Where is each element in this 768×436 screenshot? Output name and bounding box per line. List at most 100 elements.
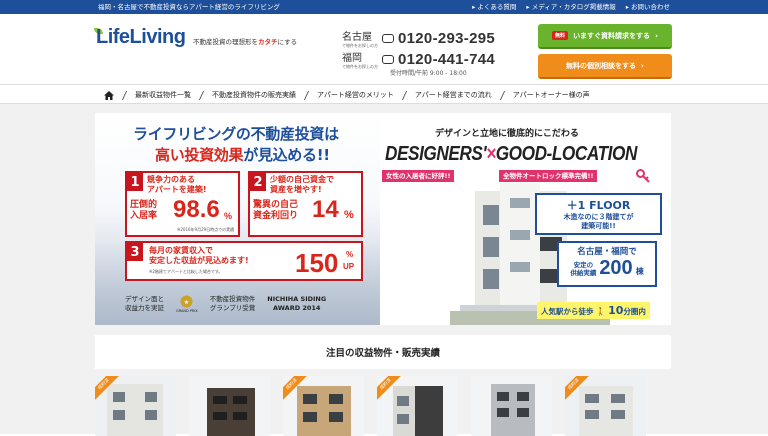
hero-title-line1: ライフリビングの不動産投資は — [133, 125, 339, 143]
site-tagline: 福岡・名古屋で不動産投資ならアパート経営のライフリビング — [98, 3, 280, 11]
key-icon — [636, 169, 650, 183]
supply-record-value: 200 — [599, 257, 633, 279]
phone-city-sub: で物件をお探しの方 — [342, 64, 378, 69]
phone-row-fukuoka[interactable]: 福岡 で物件をお探しの方 0120-441-744 — [342, 49, 496, 70]
auto-lock-tag: 全物件オートロック標準完備!! — [499, 170, 598, 182]
feature-label: 驚異の自己 資金利回り — [253, 200, 299, 221]
grand-prix-badge: ★ GRAND PRIX — [176, 295, 198, 313]
feature-heading: 競争力のある アパートを建築! — [147, 175, 207, 194]
nav-item-latest-properties[interactable]: 最新収益物件一覧 — [125, 85, 201, 105]
media-link[interactable]: ▸ メディア・カタログ掲載情報 — [526, 0, 615, 14]
occupancy-rate-unit: % — [224, 211, 233, 221]
property-card-list: 成約済 成約済 成約済 成約済 — [95, 376, 671, 436]
extra-floor-body: 木造なのに３階建てが 建築可能!! — [563, 213, 634, 230]
nav-home[interactable] — [100, 85, 124, 105]
walking-person-icon: 🚶 — [596, 307, 606, 316]
property-card[interactable]: 成約済 — [283, 376, 364, 436]
consultation-button[interactable]: 無料の個別相談をする › — [538, 54, 672, 79]
award-grand-prix: 不動産投資物件 グランプリ受賞 — [209, 295, 256, 312]
phone-number: 0120-441-744 — [398, 50, 496, 68]
income-up-label: UP — [343, 262, 355, 271]
property-card[interactable]: 成約済 — [565, 376, 646, 436]
feature-number: 2 — [250, 173, 266, 191]
design-title-a: DESIGNERS' — [385, 143, 487, 165]
feature-box-1: 1 競争力のある アパートを建築! 圧倒的 入居率 98.6 % ※2016年9… — [125, 171, 240, 237]
business-hours: 受付時間/午前 9:00 - 18:00 — [390, 70, 467, 77]
request-catalog-button[interactable]: 無料 いますぐ資料請求をする › — [538, 24, 672, 49]
female-tenants-tag: 女性の入居者に好評!! — [382, 170, 455, 182]
free-dial-icon — [382, 54, 394, 64]
award-proof: デザイン面と 収益力を実証 — [125, 295, 164, 312]
feature-heading: 少額の自己資金で 資産を増やす! — [270, 175, 334, 194]
supply-record-unit: 棟 — [635, 267, 644, 276]
phone-row-nagoya[interactable]: 名古屋 で物件をお探しの方 0120-293-295 — [342, 28, 496, 49]
hero-title-line2: 高い投資効果が見込める!! — [155, 144, 330, 165]
feature-note: ※2016年9月29日時点での実績 — [177, 227, 235, 232]
income-up-value: 150 — [295, 248, 339, 278]
phone-city: 福岡 で物件をお探しの方 — [342, 49, 382, 69]
phone-city: 名古屋 で物件をお探しの方 — [342, 28, 382, 48]
phone-city-label: 福岡 — [342, 53, 362, 64]
free-dial-icon — [382, 33, 394, 43]
grand-prix-label: GRAND PRIX — [176, 309, 198, 313]
faq-link-label: よくある質問 — [477, 3, 517, 11]
tagline-accent: カタチ — [258, 38, 278, 46]
tagline-suffix: にする — [277, 38, 298, 46]
walking-distance-badge: 人気駅から徒歩 🚶 10分圏内 — [537, 302, 650, 319]
nav-item-merits[interactable]: アパート経営のメリット — [307, 85, 404, 105]
nav-item-flow[interactable]: アパート経営までの流れ — [405, 85, 502, 105]
site-logo[interactable]: LifeLiving — [96, 26, 186, 49]
property-photo — [471, 376, 552, 436]
yield-unit: % — [344, 209, 354, 221]
feature-number: 1 — [127, 173, 143, 191]
feature-label: 圧倒的 入居率 — [130, 200, 158, 221]
design-title: DESIGNERS'×GOOD-LOCATION — [385, 143, 637, 166]
design-title-x: × — [486, 143, 496, 165]
supply-record-callout: 名古屋・福岡で 安定の 供給実績 200 棟 — [557, 241, 657, 287]
extra-floor-callout: ＋1 FLOOR 木造なのに３階建てが 建築可能!! — [535, 193, 662, 235]
supply-record-title: 名古屋・福岡で — [577, 247, 637, 257]
awards-row: デザイン面と 収益力を実証 ★ GRAND PRIX 不動産投資物件 グランプリ… — [125, 295, 326, 313]
walk-suffix: 分圏内 — [623, 307, 646, 316]
free-badge: 無料 — [552, 31, 569, 40]
walk-prefix: 人気駅から徒歩 — [541, 307, 594, 316]
arrow-right-icon: › — [655, 31, 658, 40]
feature-box-2: 2 少額の自己資金で 資産を増やす! 驚異の自己 資金利回り 14 % — [248, 171, 363, 237]
hero-title-red: 高い投資効果 — [155, 146, 244, 164]
design-title-b: GOOD-LOCATION — [495, 143, 638, 165]
section-title: 注目の収益物件・販売実績 — [325, 348, 440, 359]
tagline-prefix: 不動産投資の理想形を — [193, 38, 258, 46]
property-photo — [189, 376, 270, 436]
design-subtitle: デザインと立地に徹底的にこだわる — [435, 129, 579, 139]
phone-number: 0120-293-295 — [398, 29, 496, 47]
walk-value: 10 — [608, 304, 624, 317]
nav-item-owner-voices[interactable]: アパートオーナー様の声 — [503, 85, 600, 105]
contact-link[interactable]: ▸ お問い合わせ — [626, 0, 670, 14]
featured-section-header: 注目の収益物件・販売実績 — [95, 335, 671, 369]
media-link-label: メディア・カタログ掲載情報 — [531, 3, 616, 11]
hero-left-panel: ライフリビングの不動産投資は 高い投資効果が見込める!! 1 競争力のある アパ… — [95, 113, 380, 325]
hero-banner[interactable]: ライフリビングの不動産投資は 高い投資効果が見込める!! 1 競争力のある アパ… — [95, 113, 671, 325]
contact-link-label: お問い合わせ — [631, 3, 670, 11]
home-icon — [104, 90, 114, 100]
hero-title-rest: が見込める!! — [243, 146, 330, 164]
header-tagline: 不動産投資の理想形をカタチにする — [193, 36, 297, 46]
property-card[interactable] — [189, 376, 270, 436]
property-card[interactable]: 成約済 — [377, 376, 458, 436]
feature-number: 3 — [127, 243, 143, 261]
arrow-right-icon: › — [641, 61, 644, 70]
property-card[interactable] — [471, 376, 552, 436]
phone-city-sub: で物件をお探しの方 — [342, 43, 378, 48]
request-catalog-label: いますぐ資料請求をする — [573, 31, 651, 40]
faq-link[interactable]: ▸ よくある質問 — [472, 0, 516, 14]
income-up-unit: % — [346, 250, 354, 259]
global-nav: 最新収益物件一覧 不動産投資物件の販売実績 アパート経営のメリット アパート経営… — [0, 84, 768, 104]
feature-heading: 毎月の家賃収入で 安定した収益が見込めます! — [149, 246, 249, 265]
consultation-label: 無料の個別相談をする — [566, 61, 637, 70]
nav-item-sales-record[interactable]: 不動産投資物件の販売実績 — [202, 85, 306, 105]
property-card[interactable]: 成約済 — [95, 376, 176, 436]
supply-record-label: 安定の 供給実績 — [570, 260, 597, 277]
occupancy-rate-value: 98.6 — [173, 196, 220, 223]
phone-city-label: 名古屋 — [342, 32, 372, 43]
top-bar: 福岡・名古屋で不動産投資ならアパート経営のライフリビング ▸ よくある質問 ▸ メデ… — [0, 0, 768, 14]
